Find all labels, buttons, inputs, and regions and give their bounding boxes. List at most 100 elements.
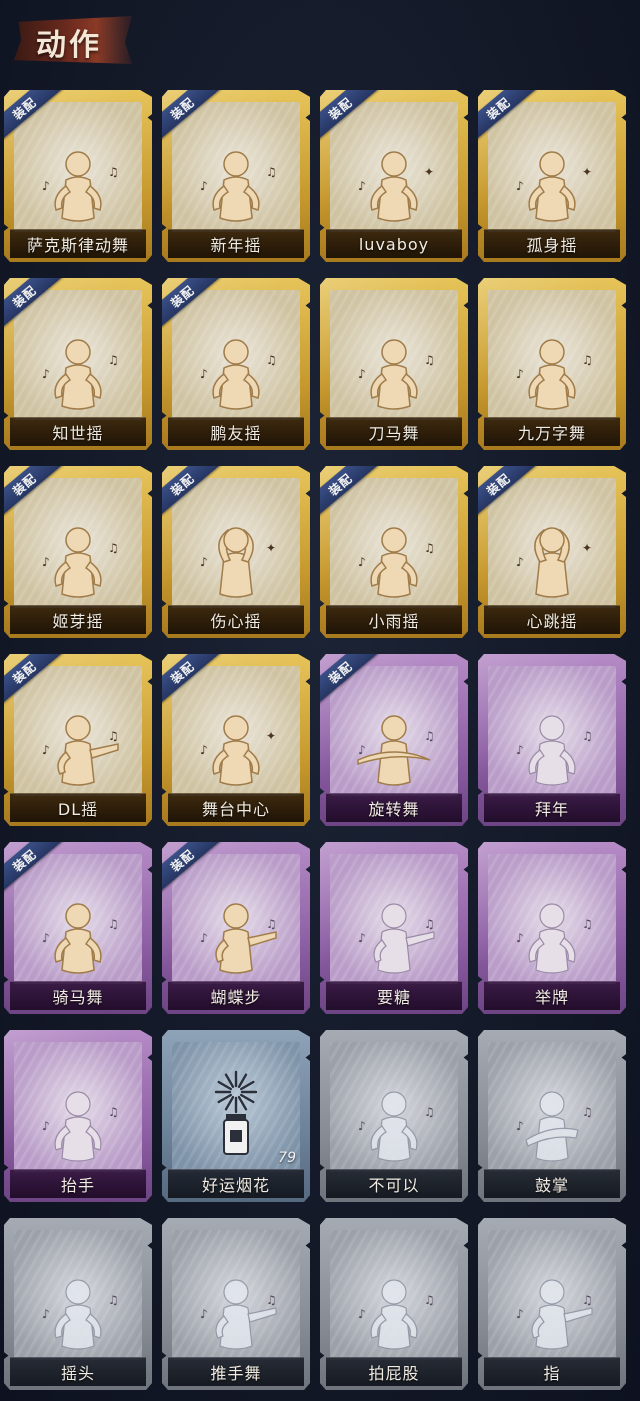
firework-icon <box>214 1070 258 1155</box>
emote-card[interactable]: ♪ ♫ 摇头 <box>4 1218 152 1390</box>
svg-text:♪: ♪ <box>42 743 50 757</box>
emote-name: 新年摇 <box>210 236 262 255</box>
card-label-bar: 知世摇 <box>10 417 146 446</box>
emote-card[interactable]: ♪ ♫ 装配 小雨摇 <box>320 466 468 638</box>
card-label-bar: 新年摇 <box>168 229 304 258</box>
svg-text:♪: ♪ <box>516 1307 524 1321</box>
raise-hand-icon: ♪♫ <box>42 1091 119 1162</box>
emote-name: 小雨摇 <box>368 612 420 631</box>
svg-text:♫: ♫ <box>582 729 593 743</box>
svg-text:♪: ♪ <box>200 931 208 945</box>
emote-card[interactable]: ♪ ♫ 抬手 <box>4 1030 152 1202</box>
emote-card[interactable]: ♪ ♫ 推手舞 <box>162 1218 310 1390</box>
emote-card[interactable]: ♪ ♫ 九万字舞 <box>478 278 626 450</box>
svg-text:♪: ♪ <box>200 1307 208 1321</box>
emote-card[interactable]: ♪ ♫ 装配 骑马舞 <box>4 842 152 1014</box>
svg-text:♫: ♫ <box>108 353 119 367</box>
svg-text:♫: ♫ <box>582 1293 593 1307</box>
svg-text:♪: ♪ <box>358 367 366 381</box>
header: 动作 <box>0 0 640 84</box>
svg-text:♫: ♫ <box>582 917 593 931</box>
sign-holder-icon: ♪♫ <box>516 903 593 974</box>
emote-card[interactable]: ♪ ♫ 举牌 <box>478 842 626 1014</box>
emote-card[interactable]: ♪ ♫ 刀马舞 <box>320 278 468 450</box>
svg-text:♫: ♫ <box>108 541 119 555</box>
emote-card[interactable]: ♪ ✦ 装配 舞台中心 <box>162 654 310 826</box>
emote-name: 旋转舞 <box>368 800 420 819</box>
svg-text:♫: ♫ <box>108 917 119 931</box>
emote-name: 刀马舞 <box>368 424 420 443</box>
card-label-bar: 姬芽摇 <box>10 605 146 634</box>
emote-card[interactable]: ♪ ♫ 指 <box>478 1218 626 1390</box>
note-dancer-icon: ♪♫ <box>42 527 119 598</box>
emote-card[interactable]: ♪ ✦ 装配 孤身摇 <box>478 90 626 262</box>
emote-card[interactable]: ♪ ♫ 装配 新年摇 <box>162 90 310 262</box>
svg-text:♪: ♪ <box>42 931 50 945</box>
svg-text:♫: ♫ <box>266 1293 277 1307</box>
emote-card[interactable]: ♪ ♫ 装配 知世摇 <box>4 278 152 450</box>
svg-text:♫: ♫ <box>424 917 435 931</box>
emote-card[interactable]: ♪ ♫ 装配 蝴蝶步 <box>162 842 310 1014</box>
card-label-bar: 旋转舞 <box>326 793 462 822</box>
emote-card[interactable]: ♪ ✦ 装配 luvaboy <box>320 90 468 262</box>
emote-card[interactable]: ♪ ♫ 装配 DL摇 <box>4 654 152 826</box>
emote-grid: ♪ ♫ 装配 萨克斯律动舞 ♪ ♫ 装配 新年摇 ♪ ✦ 装配 luvaboy ♪ ✦ 装配 孤身摇 ♪ ♫ 装配知… <box>4 90 636 1390</box>
svg-text:♪: ♪ <box>200 367 208 381</box>
emote-card[interactable]: ♪ ♫ 拜年 <box>478 654 626 826</box>
svg-text:♪: ♪ <box>200 555 208 569</box>
emote-card[interactable]: ♪ ♫ 装配 鹏友摇 <box>162 278 310 450</box>
emote-name: 推手舞 <box>210 1364 262 1383</box>
bow-figure-icon: ♪♫ <box>516 715 593 786</box>
svg-text:♪: ♪ <box>516 179 524 193</box>
svg-text:♫: ♫ <box>108 1105 119 1119</box>
card-label-bar: 舞台中心 <box>168 793 304 822</box>
emote-name: 不可以 <box>368 1176 420 1195</box>
card-label-bar: 好运烟花 <box>168 1169 304 1198</box>
emote-card[interactable]: ♪ ♫ 鼓掌 <box>478 1030 626 1202</box>
svg-text:♪: ♪ <box>358 743 366 757</box>
emote-name: 鼓掌 <box>534 1176 569 1195</box>
emote-card[interactable]: ♪ ✦ 装配 伤心摇 <box>162 466 310 638</box>
emote-card[interactable]: ♪ ♫ 要糖 <box>320 842 468 1014</box>
emote-card[interactable]: 79 好运烟花 <box>162 1030 310 1202</box>
emote-card[interactable]: ♪ ♫ 不可以 <box>320 1030 468 1202</box>
emote-name: 蝴蝶步 <box>210 988 262 1007</box>
svg-text:♫: ♫ <box>424 1293 435 1307</box>
card-label-bar: 伤心摇 <box>168 605 304 634</box>
butterfly-step-icon: ♪♫ <box>200 903 277 974</box>
horse-dancer-icon: ♪♫ <box>42 903 119 974</box>
emote-name: 好运烟花 <box>201 1176 270 1195</box>
card-label-bar: 孤身摇 <box>484 229 620 258</box>
svg-text:♫: ♫ <box>108 729 119 743</box>
svg-text:♪: ♪ <box>516 743 524 757</box>
card-label-bar: 骑马舞 <box>10 981 146 1010</box>
emote-name: 九万字舞 <box>517 424 586 443</box>
emote-card[interactable]: ♪ ♫ 装配 旋转舞 <box>320 654 468 826</box>
svg-text:♪: ♪ <box>200 179 208 193</box>
svg-text:♫: ♫ <box>582 353 593 367</box>
svg-text:♪: ♪ <box>200 743 208 757</box>
clap-icon: ♪♫ <box>516 1091 593 1162</box>
reach-figure-icon: ♪♫ <box>358 903 435 974</box>
emote-panel: 动作 ♪ ♫ 装配 萨克斯律动舞 ♪ ♫ 装配 新年摇 ♪ ✦ 装配 luvaboy ♪ ✦ 装配 孤身摇 ♪ ♫… <box>0 0 640 1401</box>
emote-name: 孤身摇 <box>526 236 578 255</box>
card-label-bar: DL摇 <box>10 793 146 822</box>
svg-text:✦: ✦ <box>582 165 592 179</box>
emote-name: 姬芽摇 <box>52 612 104 631</box>
emote-card[interactable]: ♪ ♫ 装配 萨克斯律动舞 <box>4 90 152 262</box>
svg-text:♫: ♫ <box>266 165 277 179</box>
emote-name: 鹏友摇 <box>210 424 262 443</box>
page-title: 动作 <box>36 28 102 63</box>
emote-card[interactable]: ♪ ♫ 装配 姬芽摇 <box>4 466 152 638</box>
card-label-bar: 抬手 <box>10 1169 146 1198</box>
card-label-bar: 蝴蝶步 <box>168 981 304 1010</box>
emote-card[interactable]: ♪ ♫ 拍屁股 <box>320 1218 468 1390</box>
svg-text:♪: ♪ <box>516 1119 524 1133</box>
card-label-bar: 不可以 <box>326 1169 462 1198</box>
pointing-dancer-icon: ♪♫ <box>42 715 119 786</box>
card-label-bar: 举牌 <box>484 981 620 1010</box>
emote-card[interactable]: ♪ ✦ 装配 心跳摇 <box>478 466 626 638</box>
finger-wag-icon: ♪♫ <box>358 1091 435 1162</box>
emote-name: 萨克斯律动舞 <box>26 236 129 255</box>
svg-text:♫: ♫ <box>582 1105 593 1119</box>
